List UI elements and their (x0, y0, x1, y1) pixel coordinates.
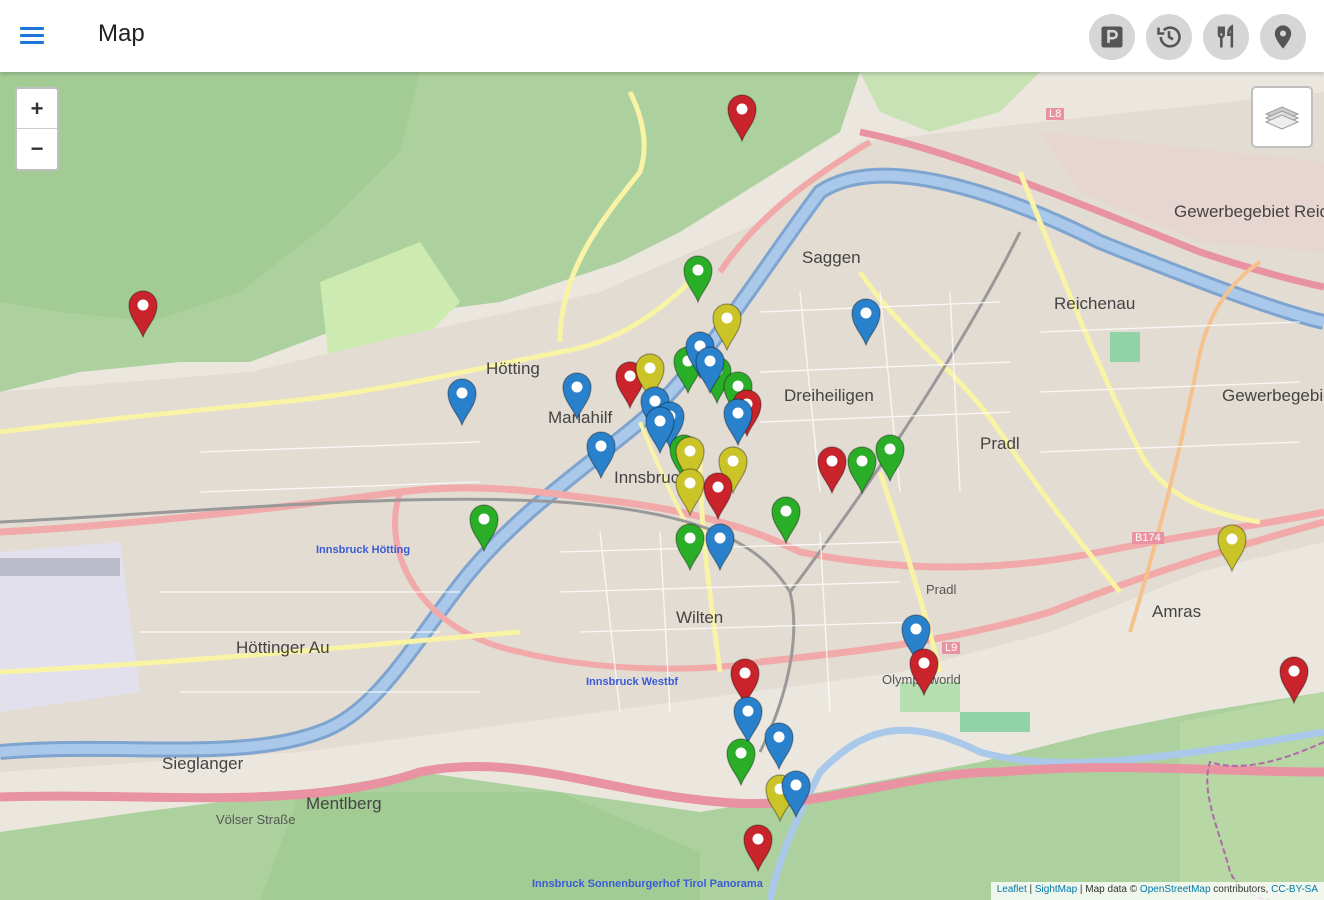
layers-icon (1264, 106, 1300, 130)
marker-green[interactable] (681, 253, 715, 304)
map-pin-icon (1279, 656, 1309, 705)
zoom-in-button[interactable]: + (17, 89, 57, 128)
map-pin-icon (851, 298, 881, 347)
map-pin-icon (817, 446, 847, 495)
marker-red[interactable] (907, 646, 941, 697)
layers-button[interactable] (1251, 86, 1313, 148)
marker-blue[interactable] (445, 376, 479, 427)
map-pin-icon (909, 648, 939, 697)
map-pin-icon (469, 504, 499, 553)
attribution-suffix: contributors, (1210, 884, 1272, 895)
marker-red[interactable] (815, 444, 849, 495)
map-pin-icon (562, 372, 592, 421)
marker-blue[interactable] (643, 404, 677, 455)
marker-red[interactable] (741, 822, 775, 873)
map-pin-icon (764, 722, 794, 771)
page-title: Map (98, 20, 145, 47)
label-pradl: Pradl (980, 434, 1020, 453)
label-dreiheiligen: Dreiheiligen (784, 386, 874, 405)
marker-blue[interactable] (779, 768, 813, 819)
label-pradl-2: Pradl (926, 582, 957, 597)
marker-yellow[interactable] (1215, 522, 1249, 573)
zoom-out-button[interactable]: − (17, 128, 57, 168)
label-reichenau: Reichenau (1054, 294, 1136, 313)
label-b174: B174 (1132, 532, 1164, 544)
restaurant-button[interactable] (1203, 14, 1249, 60)
marker-red[interactable] (126, 288, 160, 339)
label-l8: L8 (1046, 108, 1065, 120)
label-innsbruck-westbf: Innsbruck Westbf (586, 676, 679, 688)
attribution-data-prefix: | Map data © (1077, 884, 1140, 895)
history-icon (1157, 26, 1181, 48)
menu-icon[interactable] (12, 18, 52, 54)
leaflet-link[interactable]: Leaflet (997, 884, 1027, 895)
osm-link[interactable]: OpenStreetMap (1140, 884, 1211, 895)
map-pin-icon (727, 94, 757, 143)
marker-green[interactable] (673, 521, 707, 572)
zoom-control: + − (15, 87, 59, 171)
marker-red[interactable] (725, 92, 759, 143)
marker-green[interactable] (724, 736, 758, 787)
map-pin-icon (683, 255, 713, 304)
map-pin-icon (675, 523, 705, 572)
location-button[interactable] (1260, 14, 1306, 60)
label-gewerbegebiet-ko: Gewerbegebiet Ko (1222, 386, 1324, 405)
parking-icon (1101, 26, 1123, 48)
map-pin-icon (705, 523, 735, 572)
map-pin-icon (128, 290, 158, 339)
marker-blue[interactable] (560, 370, 594, 421)
attribution-separator: | (1026, 884, 1035, 895)
label-l9: L9 (942, 642, 961, 654)
marker-yellow[interactable] (673, 466, 707, 517)
map-view[interactable]: Hötting Mariahilf Innsbruck Saggen Dreih… (0, 72, 1324, 900)
app-bar: Map (0, 0, 1324, 72)
map-pin-icon (726, 738, 756, 787)
marker-green[interactable] (467, 502, 501, 553)
parking-button[interactable] (1089, 14, 1135, 60)
marker-blue[interactable] (584, 429, 618, 480)
map-pin-icon (586, 431, 616, 480)
map-pin-icon (447, 378, 477, 427)
label-voelser-strasse: Völser Straße (216, 812, 296, 827)
label-sieglanger: Sieglanger (162, 754, 244, 773)
marker-green[interactable] (769, 494, 803, 545)
history-button[interactable] (1146, 14, 1192, 60)
marker-blue[interactable] (703, 521, 737, 572)
marker-blue[interactable] (762, 720, 796, 771)
label-amras: Amras (1152, 602, 1202, 621)
label-gewerbegebiet-reichenau: Gewerbegebiet Reichenau (1174, 202, 1324, 221)
map-pin-icon (771, 496, 801, 545)
map-attribution: Leaflet | SightMap | Map data © OpenStre… (990, 882, 1324, 900)
label-wilten: Wilten (676, 608, 724, 627)
label-saggen: Saggen (802, 248, 861, 267)
marker-red[interactable] (1277, 654, 1311, 705)
marker-green[interactable] (873, 432, 907, 483)
map-pin-icon (1217, 524, 1247, 573)
restaurant-icon (1217, 24, 1234, 48)
map-pin-icon (645, 406, 675, 455)
label-hoetting: Hötting (486, 359, 540, 378)
map-pin-icon (675, 468, 705, 517)
license-link[interactable]: CC-BY-SA (1271, 884, 1318, 895)
map-pin-icon (743, 824, 773, 873)
map-pin-icon (781, 770, 811, 819)
label-innsbruck-hoetting: Innsbruck Hötting (316, 544, 411, 556)
sightmap-link[interactable]: SightMap (1035, 884, 1077, 895)
label-hoettinger-au: Höttinger Au (236, 638, 330, 657)
label-mentlberg: Mentlberg (306, 794, 382, 813)
location-pin-icon (1274, 25, 1292, 49)
label-innsbruck-sonnenburgerhof: Innsbruck Sonnenburgerhof Tirol Panorama (532, 878, 763, 890)
marker-blue[interactable] (849, 296, 883, 347)
map-pin-icon (723, 398, 753, 447)
marker-blue[interactable] (721, 396, 755, 447)
map-pin-icon (875, 434, 905, 483)
